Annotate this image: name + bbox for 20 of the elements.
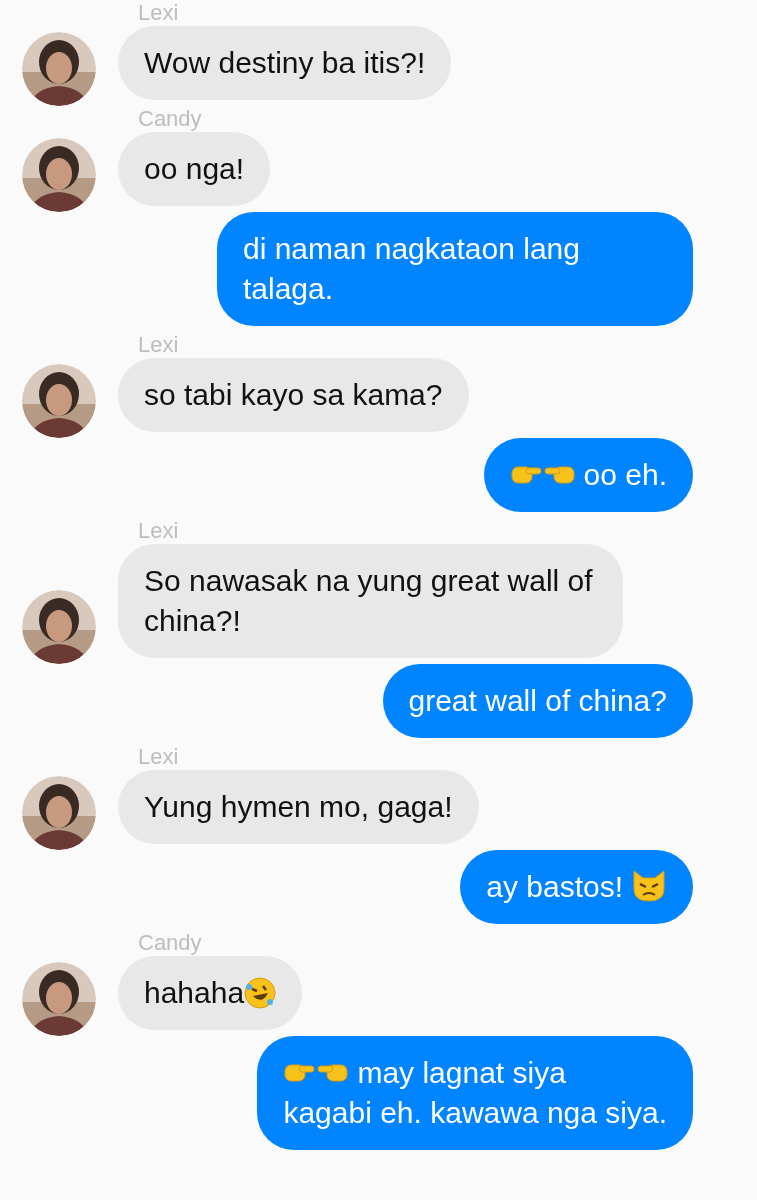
sender-name: Lexi xyxy=(138,744,179,770)
message-text: oo eh. xyxy=(583,458,667,491)
message-text: oo nga! xyxy=(144,152,245,185)
message-text: ay bastos! xyxy=(486,870,623,903)
sender-name: Candy xyxy=(138,930,202,956)
message-text: hahaha xyxy=(144,976,245,1009)
message-text: di naman nagkataon lang talaga. xyxy=(243,232,580,305)
message-text: Wow destiny ba itis?! xyxy=(144,46,426,79)
message-text: so tabi kayo sa kama? xyxy=(144,378,443,411)
message-text: may lagnat siya xyxy=(357,1056,566,1089)
sender-name: Candy xyxy=(138,106,202,132)
message-text: kagabi eh. kawawa nga siya. xyxy=(283,1096,667,1129)
message-text: great wall of china? xyxy=(408,684,667,717)
sender-name: Lexi xyxy=(138,0,179,26)
laughing-face-icon xyxy=(244,977,277,1009)
sender-name: Lexi xyxy=(138,332,179,358)
sender-name: Lexi xyxy=(138,518,179,544)
message-text: So nawasak na yung great wall of china?! xyxy=(144,564,593,637)
angry-cat-icon xyxy=(631,869,667,903)
message-text: Yung hymen mo, gaga! xyxy=(144,790,453,823)
